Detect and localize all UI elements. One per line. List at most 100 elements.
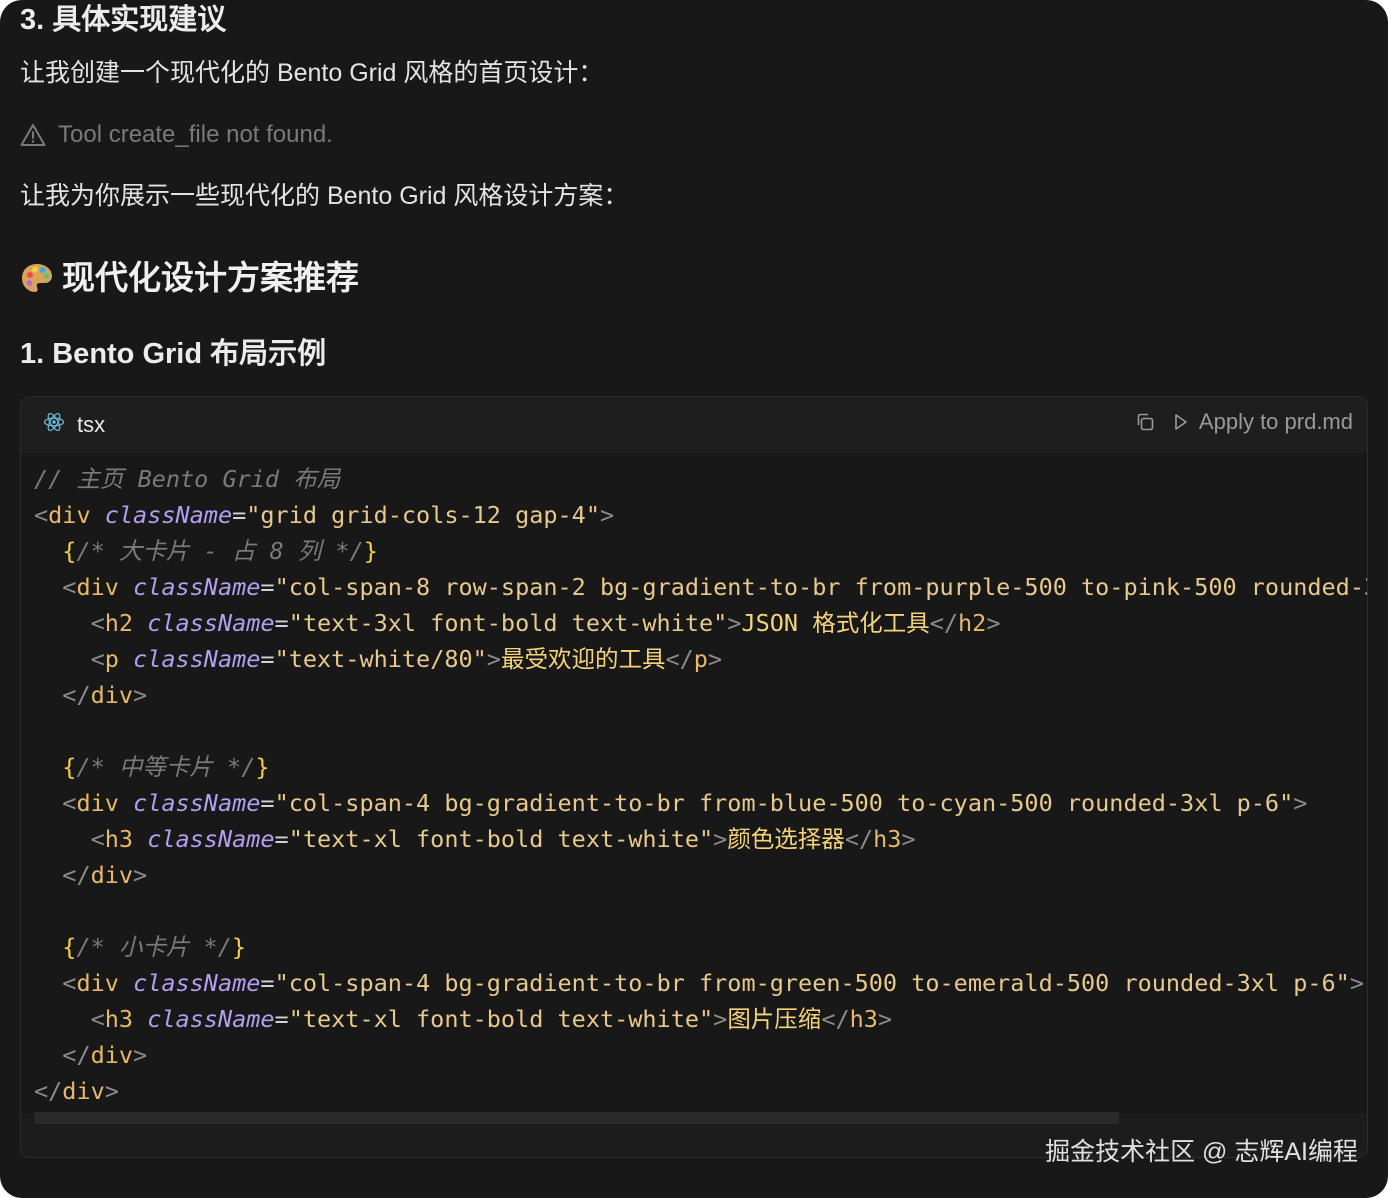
warning-triangle-icon: [20, 123, 46, 147]
code-token: }: [363, 537, 378, 565]
code-token: className: [133, 645, 261, 673]
design-heading: 现代化设计方案推荐: [20, 256, 359, 300]
code-token: "text-3xl font-bold text-white": [288, 609, 728, 637]
code-line: <p className="text-white/80">最受欢迎的工具</p>: [34, 641, 1367, 677]
code-token: div: [90, 1041, 134, 1069]
code-token: >: [133, 861, 148, 889]
copy-icon: [1137, 413, 1154, 431]
code-line: <h3 className="text-xl font-bold text-wh…: [34, 1001, 1367, 1037]
code-token: <: [62, 573, 77, 601]
react-icon: [43, 411, 65, 439]
copy-button[interactable]: [1135, 412, 1155, 432]
code-token: div: [76, 573, 119, 601]
code-line: </div>: [34, 677, 1367, 713]
code-token: "col-span-4 bg-gradient-to-br from-blue-…: [274, 789, 1294, 817]
code-line: // 主页 Bento Grid 布局: [34, 461, 1367, 497]
code-token: p: [693, 645, 708, 673]
code-area: // 主页 Bento Grid 布局 <div className="grid …: [21, 453, 1367, 1113]
play-icon: [1175, 414, 1187, 430]
code-token: =: [274, 609, 289, 637]
warning-text: Tool create_file not found.: [58, 121, 333, 148]
code-token: <: [34, 501, 49, 529]
code-token: >: [1293, 789, 1308, 817]
code-token: "col-span-4 bg-gradient-to-br from-green…: [274, 969, 1350, 997]
code-token: <: [90, 609, 105, 637]
code-token: >: [707, 645, 723, 673]
code-line: {/* 中等卡片 */}: [34, 749, 1367, 785]
code-token: className: [133, 789, 261, 817]
code-line: {/* 小卡片 */}: [34, 929, 1367, 965]
code-token: className: [147, 825, 275, 853]
code-token: >: [1349, 969, 1364, 997]
code-token: {: [62, 753, 77, 781]
code-token: h3: [873, 825, 902, 853]
code-token: div: [90, 681, 134, 709]
code-token: /* 大卡片 - 占 8 列 */: [76, 537, 364, 565]
code-token: className: [133, 573, 261, 601]
code-token: div: [48, 501, 91, 529]
code-token: p: [104, 645, 119, 673]
code-token: h2: [958, 609, 987, 637]
code-block: tsx Apply to prd.md // 主页 Bento Grid 布局 …: [20, 396, 1368, 1158]
code-line: {/* 大卡片 - 占 8 列 */}: [34, 533, 1367, 569]
code-token: h3: [104, 1005, 134, 1033]
code-line: [34, 893, 1367, 929]
watermark: 掘金技术社区 @ 志辉AI编程: [1045, 1138, 1358, 1166]
code-token: =: [274, 1005, 289, 1033]
code-actions: Apply to prd.md: [1135, 409, 1353, 435]
code-token: className: [147, 1005, 275, 1033]
code-token: 图片压缩: [727, 1005, 822, 1033]
code-token: h3: [849, 1005, 878, 1033]
code-token: </: [62, 861, 91, 889]
code-token: <: [90, 1005, 105, 1033]
code-token: }: [255, 753, 270, 781]
code-token: "col-span-8 row-span-2 bg-gradient-to-br…: [274, 573, 1367, 601]
code-line: </div>: [34, 1037, 1367, 1073]
code-token: h3: [104, 825, 134, 853]
code-token: <: [90, 825, 105, 853]
code-token: <: [62, 969, 77, 997]
code-token: >: [133, 1041, 148, 1069]
code-token: </: [62, 681, 91, 709]
code-line: </div>: [34, 857, 1367, 893]
code-token: /* 中等卡片 */: [76, 753, 256, 781]
code-token: >: [599, 501, 615, 529]
code-token: </: [929, 609, 959, 637]
code-token: </: [62, 1041, 91, 1069]
code-token: className: [104, 501, 233, 529]
code-line: <div className="grid grid-cols-12 gap-4"…: [34, 497, 1367, 533]
apply-button[interactable]: Apply to prd.md: [1173, 409, 1353, 435]
code-token: >: [986, 609, 1001, 637]
code-token: "grid grid-cols-12 gap-4": [246, 501, 600, 529]
code-token: {: [62, 537, 77, 565]
code-line: </div>: [34, 1073, 1367, 1109]
code-token: >: [713, 1005, 728, 1033]
code-token: {: [62, 933, 77, 961]
code-token: =: [274, 825, 289, 853]
code-lines: // 主页 Bento Grid 布局 <div className="grid …: [34, 461, 1367, 1109]
section-heading: 3. 具体实现建议: [20, 4, 227, 36]
code-token: >: [901, 825, 916, 853]
code-language-label: tsx: [77, 412, 106, 437]
code-token: className: [133, 969, 261, 997]
code-line: <h2 className="text-3xl font-bold text-w…: [34, 605, 1367, 641]
code-token: </: [665, 645, 694, 673]
horizontal-scrollbar[interactable]: [34, 1112, 1119, 1124]
code-token: "text-white/80": [274, 645, 487, 673]
